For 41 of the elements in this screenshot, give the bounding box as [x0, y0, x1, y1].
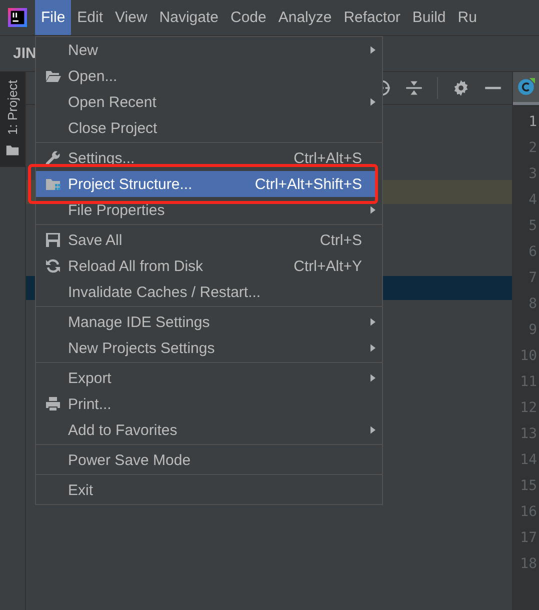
menu-bar-item[interactable]: Navigate	[153, 0, 224, 35]
menu-item[interactable]: File Properties	[36, 197, 378, 223]
folder-icon	[44, 176, 62, 192]
menu-item[interactable]: Save All Ctrl+S	[36, 227, 378, 253]
collapse-icon[interactable]	[405, 79, 423, 97]
project-tool-tab[interactable]: 1: Project	[0, 72, 25, 167]
menu-item[interactable]: Settings... Ctrl+Alt+S	[36, 145, 378, 171]
project-name[interactable]: JIN	[13, 45, 36, 62]
printer-icon	[44, 396, 62, 412]
menu-item[interactable]: New	[36, 37, 378, 63]
menu-bar-item[interactable]: Code	[224, 0, 272, 35]
menu-item[interactable]: Open...	[36, 63, 378, 89]
menu-item[interactable]: Open Recent	[36, 89, 378, 115]
settings-icon[interactable]	[452, 79, 470, 97]
menu-item[interactable]: Print...	[36, 391, 378, 417]
menu-item[interactable]: Export	[36, 365, 378, 391]
menu-item[interactable]: Manage IDE Settings	[36, 309, 378, 335]
editor-tab[interactable]	[513, 72, 539, 105]
menu-item[interactable]: Project Structure... Ctrl+Alt+Shift+S	[36, 171, 378, 197]
folder-icon	[44, 68, 62, 84]
menu-item[interactable]: Reload All from Disk Ctrl+Alt+Y	[36, 253, 378, 279]
menu-item[interactable]: Invalidate Caches / Restart...	[36, 279, 378, 305]
wrench-icon	[44, 150, 62, 166]
menu-bar-item[interactable]: Edit	[71, 0, 110, 35]
menu-bar-item[interactable]: Analyze	[272, 0, 338, 35]
reload-icon	[44, 258, 62, 274]
app-logo-icon	[8, 8, 27, 27]
line-number: 1	[528, 113, 538, 132]
menu-item[interactable]: Add to Favorites	[36, 417, 378, 443]
menu-item[interactable]: Power Save Mode	[36, 447, 378, 473]
save-icon	[44, 232, 62, 248]
menu-item[interactable]: New Projects Settings	[36, 335, 378, 361]
folder-icon	[5, 142, 20, 157]
class-icon	[517, 78, 535, 96]
menu-bar-item[interactable]: Build	[406, 0, 452, 35]
menu-bar-item[interactable]: File	[35, 0, 72, 35]
menu-bar-item[interactable]: Ru	[452, 0, 483, 35]
menu-item[interactable]: Close Project	[36, 115, 378, 141]
menu-bar-item[interactable]: View	[109, 0, 154, 35]
menu-bar-item[interactable]: Refactor	[338, 0, 406, 35]
menu-item[interactable]: Exit	[36, 477, 378, 503]
